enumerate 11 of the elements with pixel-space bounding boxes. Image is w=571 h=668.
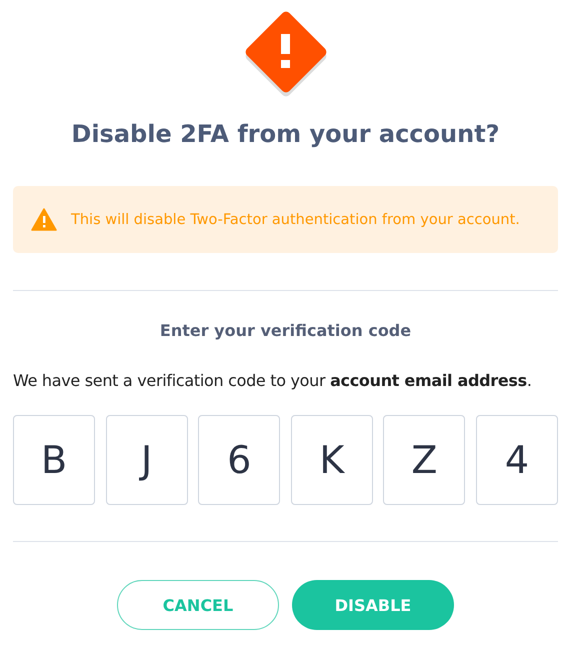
code-digit-field[interactable]: J <box>106 415 188 505</box>
code-digit-field[interactable]: K <box>290 415 373 505</box>
section-heading: Enter your verification code <box>158 321 412 340</box>
code-digit-field[interactable]: B <box>13 415 95 505</box>
dialog-title: Disable 2FA from your account? <box>70 120 501 148</box>
code-digit-field[interactable]: 4 <box>476 415 558 505</box>
instruction-text: We have sent a verification code to your account email address. <box>13 371 533 390</box>
code-digit-field[interactable]: 6 <box>198 415 280 505</box>
warning-text: This will disable Two-Factor authentication from your account. <box>71 212 520 228</box>
warning-icon <box>31 208 57 231</box>
code-digit-field[interactable]: Z <box>383 415 466 505</box>
